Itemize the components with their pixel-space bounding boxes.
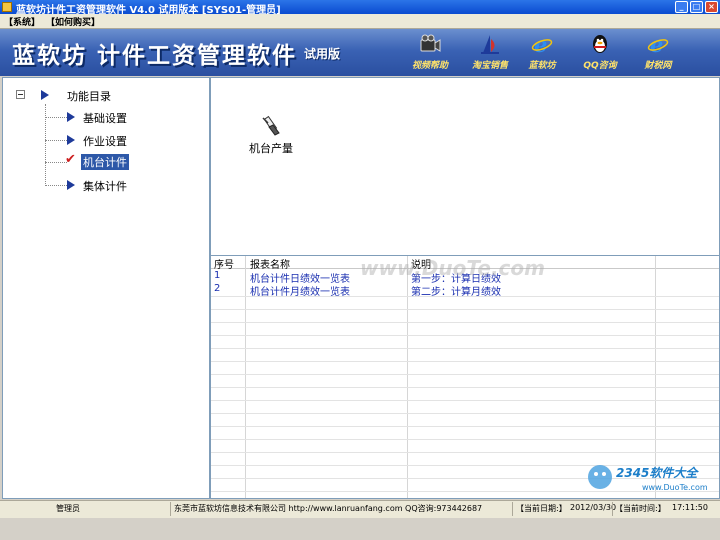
machine-tool-icon[interactable] (259, 114, 283, 138)
tree-connector (45, 162, 67, 163)
grid-line (211, 426, 719, 427)
menu-bar: 【系统】 【如何购买】 (0, 14, 720, 29)
maximize-button[interactable]: □ (690, 1, 703, 13)
tree-item-job-settings[interactable]: 作业设置 (81, 133, 129, 149)
close-button[interactable]: × (705, 1, 718, 13)
chevron-right-icon (67, 135, 75, 145)
grid-line (211, 348, 719, 349)
report-label[interactable]: 机台产量 (249, 140, 293, 156)
grid-line (211, 361, 719, 362)
taobao-sail-icon (481, 35, 499, 54)
grid-line (211, 374, 719, 375)
ie-browser-icon: e (647, 33, 669, 55)
ie-browser-icon: e (531, 33, 553, 55)
tool-label: 蓝软坊 (528, 61, 556, 71)
tool-qq-consult[interactable]: QQ咨询 (572, 33, 628, 71)
tool-lanruanfang[interactable]: e 蓝软坊 (514, 33, 570, 71)
tree-item-basic-settings[interactable]: 基础设置 (81, 110, 129, 126)
column-header-index: 序号 (214, 260, 234, 271)
status-time-label: 【当前时间:】 (615, 504, 666, 513)
grid-line (211, 413, 719, 414)
grid-line (211, 322, 719, 323)
tool-video-help[interactable]: 视频帮助 (402, 33, 458, 71)
grid-line (211, 439, 719, 440)
tool-label: QQ咨询 (583, 61, 617, 71)
grid-line (211, 309, 719, 310)
video-camera-icon (420, 34, 441, 52)
row-index: 2 (214, 283, 221, 294)
table-header: 序号 报表名称 说明 (211, 256, 719, 271)
function-tree: 功能目录 基础设置 作业设置 ✔ 机台计件 集体计件 (2, 77, 210, 499)
tree-connector (45, 140, 67, 141)
status-date-label: 【当前日期:】 (516, 504, 567, 513)
table-row[interactable]: 2 机台计件月绩效一览表 第二步：计算月绩效 (211, 283, 719, 298)
logo-url: www.DuoTe.com (642, 483, 708, 492)
grid-line (211, 296, 719, 297)
tool-tax-site[interactable]: e 财税网 (630, 33, 686, 71)
menu-how-to-buy[interactable]: 【如何购买】 (46, 15, 100, 28)
tool-label: 视频帮助 (411, 61, 448, 71)
tree-item-collective-piecework[interactable]: 集体计件 (81, 178, 129, 194)
grid-line (211, 387, 719, 388)
status-divider (512, 502, 513, 516)
table-row[interactable]: 1 机台计件日绩效一览表 第一步：计算日绩效 (211, 270, 719, 285)
status-company: 东莞市蓝软坊信息技术有限公司 http://www.lanruanfang.co… (174, 504, 483, 513)
report-panel: 机台产量 (210, 77, 720, 256)
status-date: 2012/03/30 (570, 503, 617, 512)
status-bar: 管理员 东莞市蓝软坊信息技术有限公司 http://www.lanruanfan… (0, 500, 720, 518)
tree-item-machine-piecework[interactable]: 机台计件 (81, 154, 129, 170)
row-index: 1 (214, 270, 221, 281)
status-divider (170, 502, 171, 516)
column-header-desc: 说明 (411, 260, 431, 271)
checkmark-icon: ✔ (65, 152, 76, 167)
window-controls: _ □ × (675, 1, 718, 13)
minimize-button[interactable]: _ (675, 1, 688, 13)
qq-penguin-icon (593, 35, 607, 53)
column-header-name: 报表名称 (250, 260, 290, 271)
status-user: 管理员 (56, 504, 80, 513)
app-banner: 蓝软坊 计件工资管理软件 试用版 视频帮助 淘宝销售 e 蓝软坊 QQ咨询 e … (0, 29, 720, 76)
grid-line (211, 400, 719, 401)
tool-label: 淘宝销售 (471, 61, 508, 71)
menu-system[interactable]: 【系统】 (4, 15, 40, 28)
status-divider (612, 502, 613, 516)
logo-text: 2345软件大全 (616, 466, 699, 480)
grid-line (211, 335, 719, 336)
app-icon (2, 2, 12, 12)
tree-connector (45, 185, 67, 186)
chevron-right-icon (67, 112, 75, 122)
tree-connector (45, 117, 67, 118)
banner-title: 蓝软坊 计件工资管理软件 (12, 42, 298, 69)
status-time: 17:11:50 (672, 503, 708, 512)
tool-taobao-sales[interactable]: 淘宝销售 (462, 33, 518, 71)
site-logo: 2345软件大全 www.DuoTe.com (588, 465, 708, 492)
chevron-right-icon (41, 90, 49, 100)
grid-line (211, 452, 719, 453)
tree-root-label[interactable]: 功能目录 (65, 88, 113, 104)
banner-subtitle: 试用版 (304, 47, 341, 61)
tool-label: 财税网 (644, 61, 672, 71)
collapse-toggle[interactable] (16, 90, 25, 99)
window-titlebar: 蓝软坊计件工资管理软件 V4.0 试用版本 [SYS01-管理员] _ □ × (0, 0, 720, 16)
chevron-right-icon (67, 180, 75, 190)
